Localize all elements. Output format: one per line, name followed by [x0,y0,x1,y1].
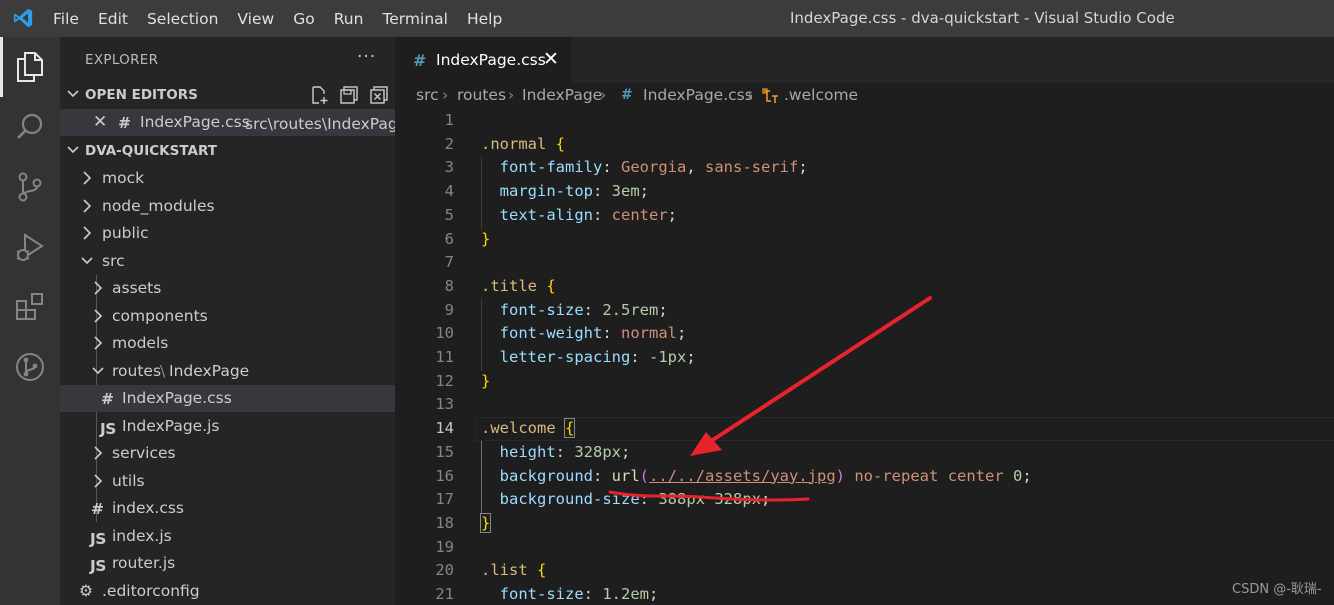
red-strike-mark [608,490,810,502]
watermark: CSDN @-耿瑞- [1232,582,1322,597]
annotation-overlay [608,296,932,502]
red-arrow-line [700,296,932,449]
